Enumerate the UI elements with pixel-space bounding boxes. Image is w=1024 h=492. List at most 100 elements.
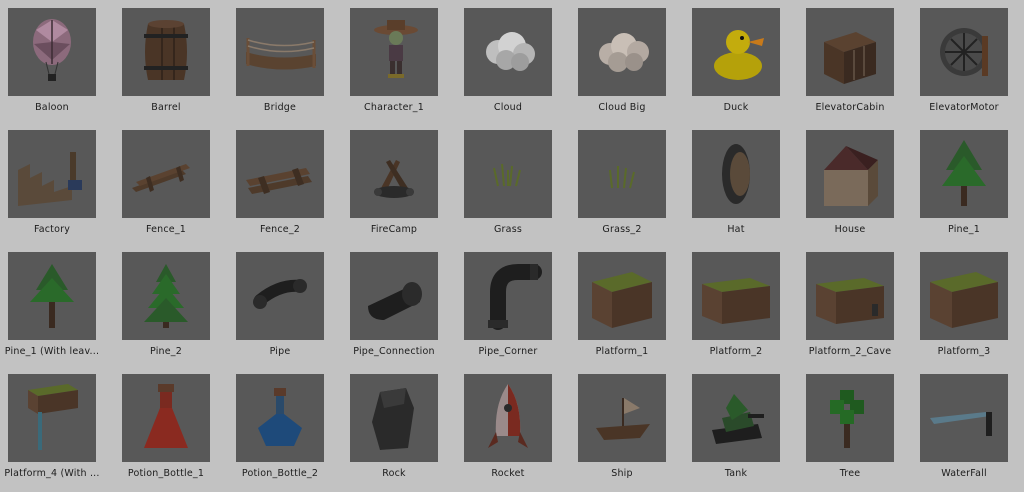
elevator-cabin-icon: [806, 8, 894, 96]
hat-icon: [692, 130, 780, 218]
asset-grid: Baloon Barrel Bridge Character_1 Cloud C…: [0, 0, 1024, 487]
asset-tile[interactable]: Platform_1: [570, 252, 680, 370]
asset-label: Ship: [611, 468, 633, 479]
duck-icon: [692, 8, 780, 96]
character-icon: [350, 8, 438, 96]
asset-label: Cloud: [493, 102, 523, 113]
factory-icon: [8, 130, 96, 218]
asset-label: Pine_1: [947, 224, 981, 235]
asset-tile[interactable]: Bridge: [228, 8, 338, 126]
bridge-icon: [236, 8, 324, 96]
asset-tile[interactable]: Barrel: [114, 8, 224, 126]
asset-label: Cloud Big: [598, 102, 646, 113]
asset-label: Fence_2: [259, 224, 301, 235]
asset-tile[interactable]: ElevatorMotor: [912, 8, 1022, 126]
barrel-icon: [122, 8, 210, 96]
asset-tile[interactable]: Platform_3: [912, 252, 1022, 370]
asset-label: Potion_Bottle_1: [127, 468, 205, 479]
asset-label: Rock: [382, 468, 406, 479]
campfire-icon: [350, 130, 438, 218]
potion-bottle-blue-icon: [236, 374, 324, 462]
fence-icon: [122, 130, 210, 218]
rocket-icon: [464, 374, 552, 462]
pine-icon: [920, 130, 1008, 218]
asset-tile[interactable]: Pine_2: [114, 252, 224, 370]
asset-label: House: [834, 224, 866, 235]
asset-label: Pine_1 (With leav...: [4, 346, 100, 357]
asset-label: Barrel: [151, 102, 181, 113]
house-icon: [806, 130, 894, 218]
platform-cave-icon: [806, 252, 894, 340]
asset-tile[interactable]: Platform_4 (With ...: [0, 374, 110, 492]
cloud-big-icon: [578, 8, 666, 96]
asset-tile[interactable]: Cloud Big: [570, 8, 680, 126]
asset-tile[interactable]: Tank: [684, 374, 794, 492]
asset-tile[interactable]: House: [798, 130, 908, 248]
asset-label: ElevatorMotor: [929, 102, 999, 113]
asset-tile[interactable]: Hat: [684, 130, 794, 248]
asset-tile[interactable]: Pine_1 (With leav...: [0, 252, 110, 370]
pine-2-icon: [122, 252, 210, 340]
asset-tile[interactable]: Pipe_Corner: [456, 252, 566, 370]
asset-tile[interactable]: Baloon: [0, 8, 110, 126]
tank-icon: [692, 374, 780, 462]
asset-tile[interactable]: Pine_1: [912, 130, 1022, 248]
asset-tile[interactable]: Platform_2: [684, 252, 794, 370]
pipe-corner-icon: [464, 252, 552, 340]
asset-tile[interactable]: Duck: [684, 8, 794, 126]
asset-label: Baloon: [35, 102, 69, 113]
cloud-icon: [464, 8, 552, 96]
waterfall-icon: [920, 374, 1008, 462]
asset-label: Pipe_Corner: [478, 346, 538, 357]
grass-2-icon: [578, 130, 666, 218]
asset-label: Rocket: [491, 468, 525, 479]
platform-sign-icon: [8, 374, 96, 462]
asset-label: Bridge: [263, 102, 297, 113]
asset-label: Platform_3: [937, 346, 991, 357]
asset-label: Pine_2: [149, 346, 183, 357]
asset-label: Platform_4 (With ...: [4, 468, 100, 479]
asset-label: Fence_1: [145, 224, 187, 235]
elevator-motor-icon: [920, 8, 1008, 96]
asset-label: Tree: [839, 468, 861, 479]
asset-label: WaterFall: [941, 468, 987, 479]
asset-label: FireCamp: [370, 224, 418, 235]
pipe-connection-icon: [350, 252, 438, 340]
asset-tile[interactable]: Factory: [0, 130, 110, 248]
potion-bottle-red-icon: [122, 374, 210, 462]
asset-tile[interactable]: WaterFall: [912, 374, 1022, 492]
asset-tile[interactable]: Potion_Bottle_1: [114, 374, 224, 492]
platform-icon: [578, 252, 666, 340]
asset-tile[interactable]: Grass_2: [570, 130, 680, 248]
asset-tile[interactable]: Ship: [570, 374, 680, 492]
asset-label: Potion_Bottle_2: [241, 468, 319, 479]
platform-2-icon: [692, 252, 780, 340]
asset-tile[interactable]: Tree: [798, 374, 908, 492]
asset-tile[interactable]: FireCamp: [342, 130, 452, 248]
tree-icon: [806, 374, 894, 462]
asset-tile[interactable]: ElevatorCabin: [798, 8, 908, 126]
asset-tile[interactable]: Rocket: [456, 374, 566, 492]
asset-tile[interactable]: Fence_2: [228, 130, 338, 248]
asset-label: Pipe: [269, 346, 291, 357]
platform-3-icon: [920, 252, 1008, 340]
ship-icon: [578, 374, 666, 462]
rock-icon: [350, 374, 438, 462]
asset-tile[interactable]: Potion_Bottle_2: [228, 374, 338, 492]
fence-2-icon: [236, 130, 324, 218]
asset-tile[interactable]: Rock: [342, 374, 452, 492]
asset-label: Platform_1: [595, 346, 649, 357]
asset-label: ElevatorCabin: [815, 102, 885, 113]
asset-label: Pipe_Connection: [353, 346, 435, 357]
asset-tile[interactable]: Platform_2_Cave: [798, 252, 908, 370]
asset-tile[interactable]: Pipe: [228, 252, 338, 370]
asset-label: Grass: [494, 224, 522, 235]
asset-label: Platform_2_Cave: [808, 346, 892, 357]
asset-label: Tank: [724, 468, 748, 479]
asset-tile[interactable]: Grass: [456, 130, 566, 248]
pipe-icon: [236, 252, 324, 340]
asset-tile[interactable]: Pipe_Connection: [342, 252, 452, 370]
asset-tile[interactable]: Cloud: [456, 8, 566, 126]
asset-tile[interactable]: Fence_1: [114, 130, 224, 248]
asset-tile[interactable]: Character_1: [342, 8, 452, 126]
